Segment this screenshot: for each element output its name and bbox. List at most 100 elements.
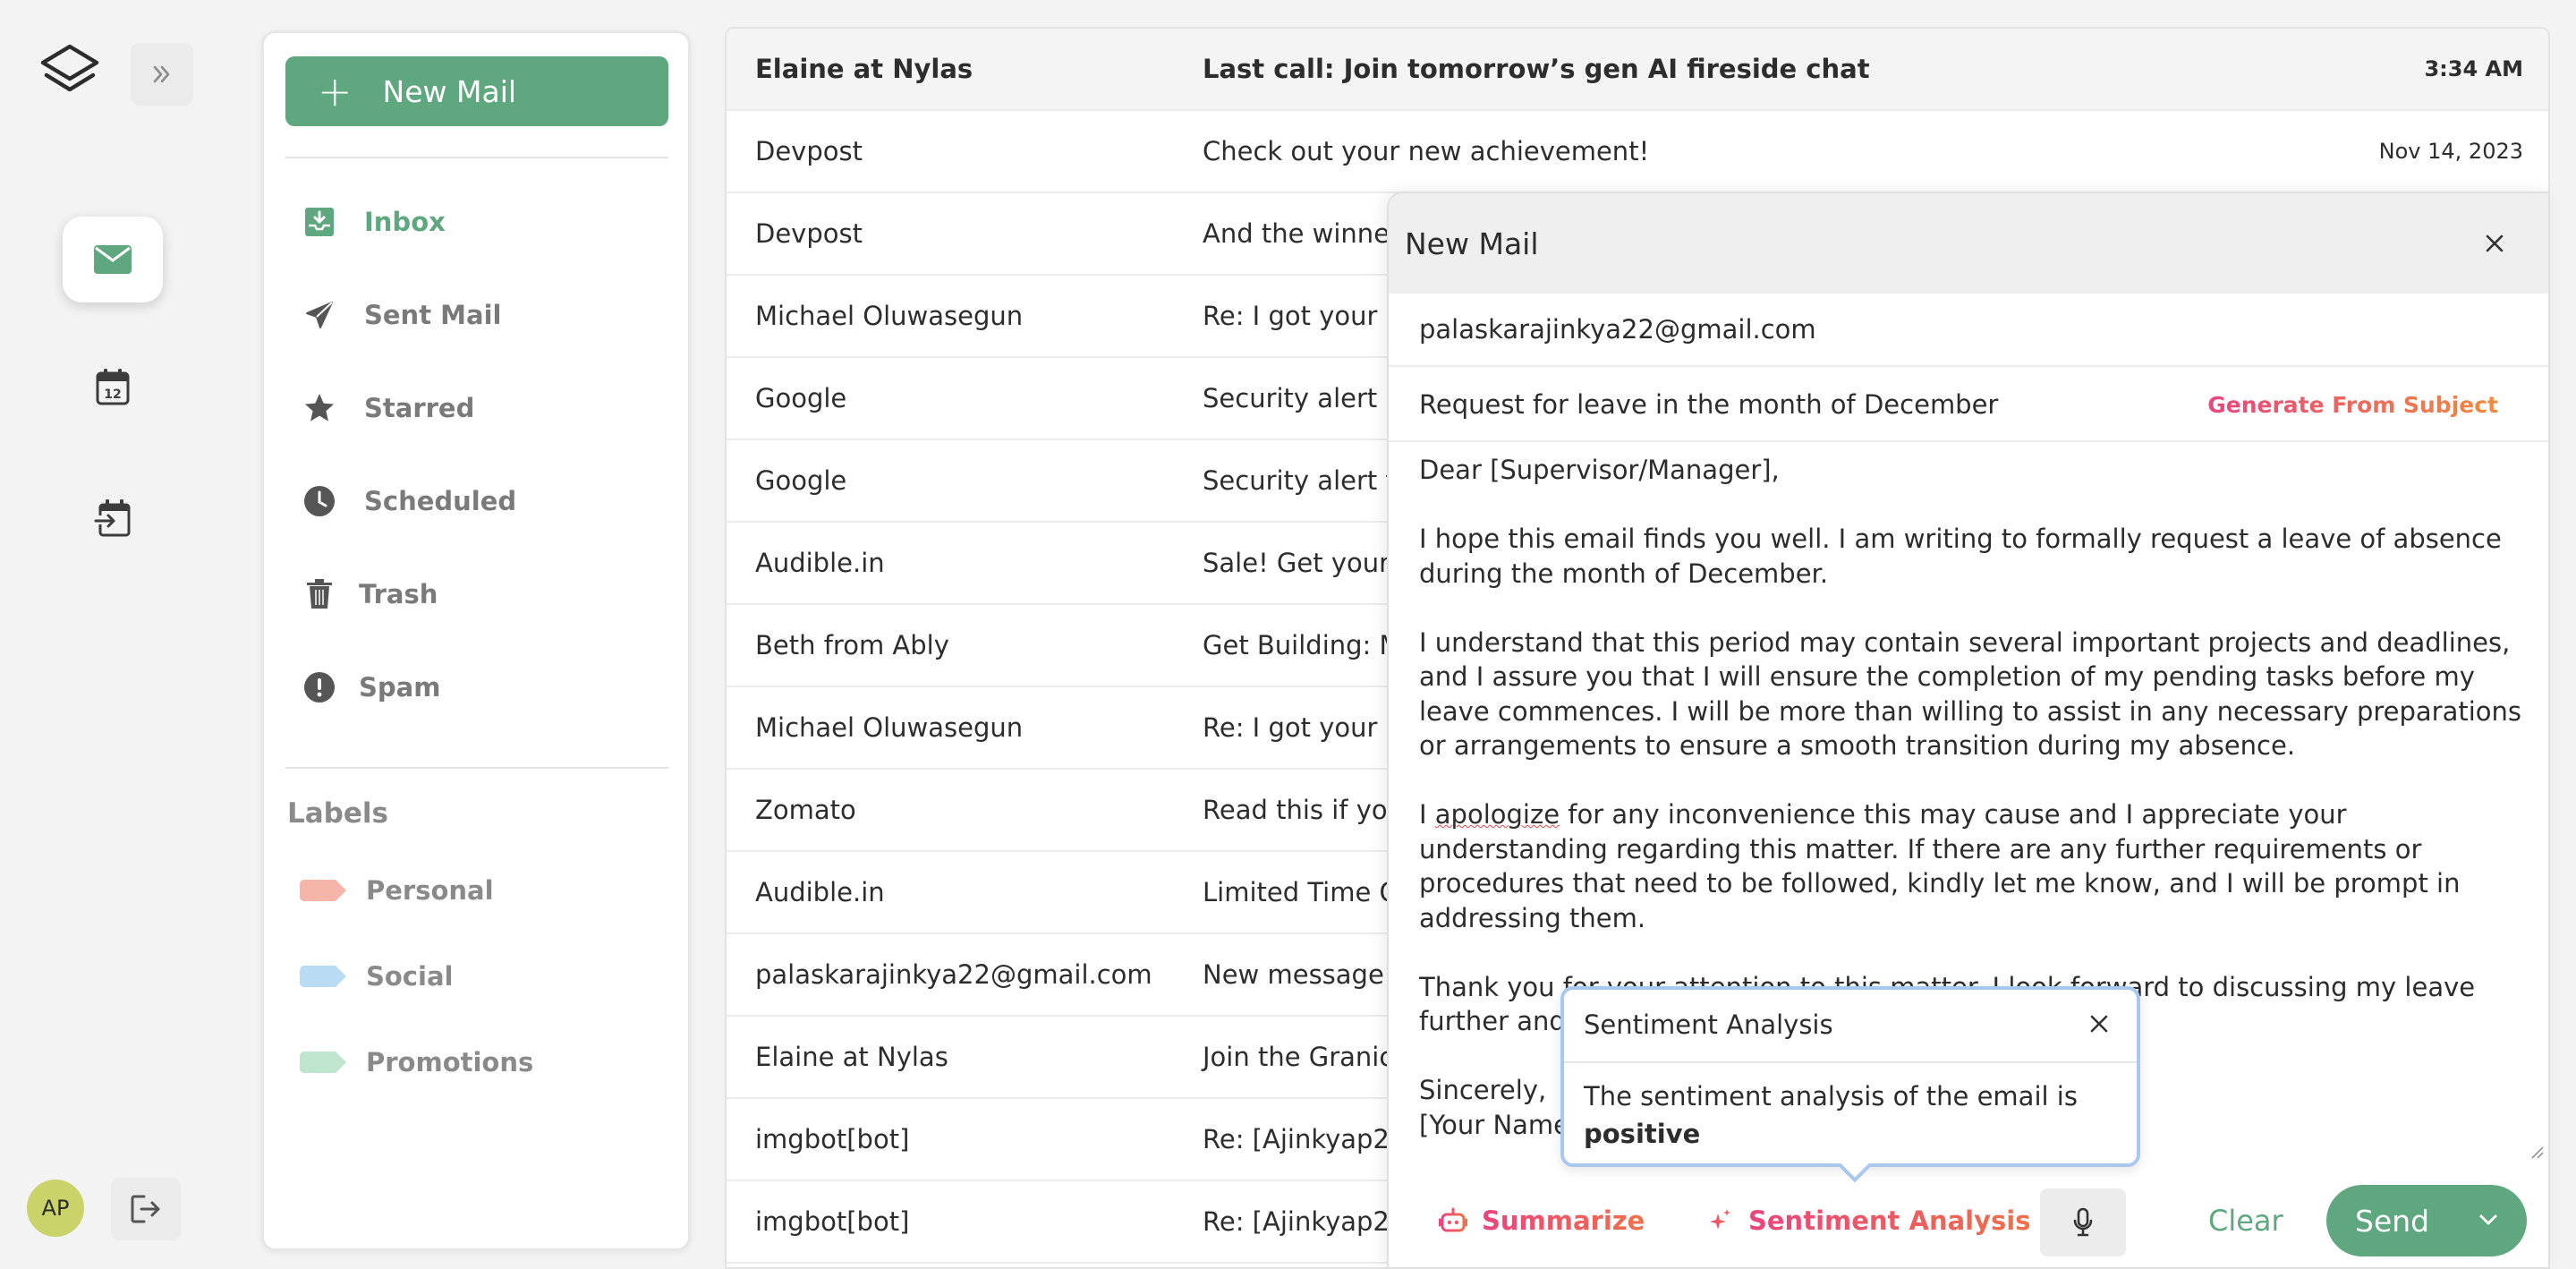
summarize-label: Summarize — [1482, 1205, 1645, 1236]
chevron-down-icon[interactable] — [2475, 1206, 2502, 1233]
divider — [285, 157, 668, 158]
folder-spam[interactable]: Spam — [285, 656, 668, 719]
close-compose-button[interactable] — [2475, 224, 2514, 263]
folder-inbox[interactable]: Inbox — [285, 191, 668, 253]
mail-subject: Re: I got your m — [1203, 712, 1411, 743]
popover-title: Sentiment Analysis — [1584, 1009, 1833, 1040]
double-chevron-right-icon — [153, 65, 170, 83]
trash-icon — [302, 576, 337, 612]
folder-label: Trash — [359, 579, 438, 609]
user-avatar[interactable]: AP — [27, 1180, 84, 1237]
tag-icon — [300, 1052, 346, 1073]
mail-nav-button[interactable] — [63, 217, 163, 302]
calendar-icon: 12 — [96, 369, 130, 405]
label-personal[interactable]: Personal — [285, 864, 668, 917]
sentiment-result: positive — [1584, 1119, 1701, 1149]
mail-sender: palaskarajinkya22@gmail.com — [755, 959, 1152, 990]
body-paragraph: I hope this email finds you well. I am w… — [1419, 524, 2511, 589]
folder-scheduled[interactable]: Scheduled — [285, 470, 668, 532]
label-name: Promotions — [366, 1047, 534, 1077]
app-logo-icon[interactable] — [38, 41, 102, 106]
logout-icon — [131, 1195, 160, 1223]
logout-button[interactable] — [111, 1178, 181, 1240]
mail-subject: Sale! Get your F — [1203, 548, 1413, 578]
generate-from-subject-button[interactable]: Generate From Subject — [2207, 392, 2498, 418]
new-mail-label: New Mail — [382, 73, 517, 109]
tag-icon — [300, 880, 346, 901]
inbox-icon — [302, 204, 337, 240]
alert-icon — [302, 669, 337, 705]
recipient-field[interactable]: palaskarajinkya22@gmail.com — [1389, 294, 2548, 367]
clear-button[interactable]: Clear — [2208, 1192, 2283, 1249]
mail-sender: Google — [755, 383, 847, 413]
mail-row[interactable]: Elaine at Nylas Last call: Join tomorrow… — [727, 29, 2548, 111]
body-greeting: Dear [Supervisor/Manager], — [1419, 455, 1780, 485]
mail-subject: Check out your new achievement! — [1203, 136, 1650, 166]
voice-input-button[interactable] — [2040, 1188, 2126, 1256]
mail-subject: Security alert — [1203, 383, 1378, 413]
new-mail-button[interactable]: + New Mail — [285, 56, 668, 126]
sentiment-popover: Sentiment Analysis The sentiment analysi… — [1560, 986, 2140, 1167]
folder-label: Sent Mail — [364, 300, 502, 330]
popover-body: The sentiment analysis of the email is p… — [1584, 1077, 2121, 1153]
folder-starred[interactable]: Starred — [285, 377, 668, 439]
divider — [285, 767, 668, 769]
mail-icon — [94, 245, 132, 274]
summarize-button[interactable]: Summarize — [1439, 1192, 1645, 1249]
mail-subject: Re: [Ajinkyap22 — [1203, 1124, 1407, 1154]
send-icon — [302, 297, 337, 333]
mail-sender: Zomato — [755, 795, 856, 825]
tag-icon — [300, 966, 346, 987]
mail-sender: Google — [755, 465, 847, 496]
spellcheck-flagged-word[interactable]: apologize — [1435, 799, 1560, 830]
recipient-value: palaskarajinkya22@gmail.com — [1419, 314, 1816, 345]
mail-row[interactable]: Devpost Check out your new achievement! … — [727, 111, 2548, 193]
sparkle-icon — [1710, 1209, 1730, 1230]
mail-sender: imgbot[bot] — [755, 1124, 910, 1154]
mail-sender: Devpost — [755, 136, 863, 166]
body-paragraph: I understand that this period may contai… — [1419, 626, 2530, 762]
mail-subject: Read this if you — [1203, 795, 1404, 825]
star-icon — [302, 390, 337, 426]
folder-trash[interactable]: Trash — [285, 563, 668, 626]
body-paragraph: I apologize for any inconvenience this m… — [1419, 799, 2469, 933]
calendar-nav-button[interactable]: 12 — [63, 344, 163, 430]
folder-label: Starred — [364, 393, 475, 423]
mail-subject: Limited Time Of — [1203, 877, 1409, 907]
sentiment-analysis-label: Sentiment Analysis — [1748, 1205, 2031, 1236]
mail-date: 3:34 AM — [2424, 56, 2523, 81]
mail-sender: Audible.in — [755, 877, 885, 907]
send-button[interactable]: Send — [2326, 1185, 2527, 1256]
calendar-import-icon — [94, 499, 131, 537]
subject-value: Request for leave in the month of Decemb… — [1419, 389, 1999, 420]
mail-subject: Get Building: M — [1203, 630, 1402, 660]
sentiment-analysis-button[interactable]: Sentiment Analysis — [1707, 1192, 2030, 1249]
mail-subject: Join the Granic — [1203, 1042, 1394, 1072]
close-popover-button[interactable] — [2083, 1008, 2115, 1040]
sentiment-text: The sentiment analysis of the email is — [1584, 1081, 2078, 1111]
microphone-icon — [2073, 1207, 2093, 1237]
label-promotions[interactable]: Promotions — [285, 1035, 668, 1089]
schedule-nav-button[interactable] — [63, 474, 163, 560]
compose-header: New Mail — [1389, 193, 2548, 294]
mail-sender: Elaine at Nylas — [755, 54, 973, 84]
mail-subject: New message f — [1203, 959, 1402, 990]
folder-label: Spam — [359, 672, 441, 703]
mail-sender: Audible.in — [755, 548, 885, 578]
mail-sender: Michael Oluwasegun — [755, 301, 1024, 331]
label-social[interactable]: Social — [285, 950, 668, 1003]
mail-sender: Devpost — [755, 218, 863, 249]
app-rail: 12 AP — [0, 0, 227, 1269]
label-name: Social — [366, 961, 454, 992]
mail-date: Nov 14, 2023 — [2378, 139, 2523, 164]
close-icon — [2486, 234, 2504, 252]
send-label: Send — [2355, 1203, 2430, 1239]
close-icon — [2090, 1015, 2108, 1033]
subject-field[interactable]: Request for leave in the month of Decemb… — [1389, 369, 2548, 442]
resize-handle-icon[interactable] — [2527, 1142, 2545, 1160]
folder-sent-mail[interactable]: Sent Mail — [285, 284, 668, 346]
expand-sidebar-button[interactable] — [131, 43, 193, 106]
mail-sender: Elaine at Nylas — [755, 1042, 948, 1072]
compose-toolbar: Summarize Sentiment Analysis Clear Send — [1389, 1172, 2548, 1267]
folder-label: Scheduled — [364, 486, 517, 516]
